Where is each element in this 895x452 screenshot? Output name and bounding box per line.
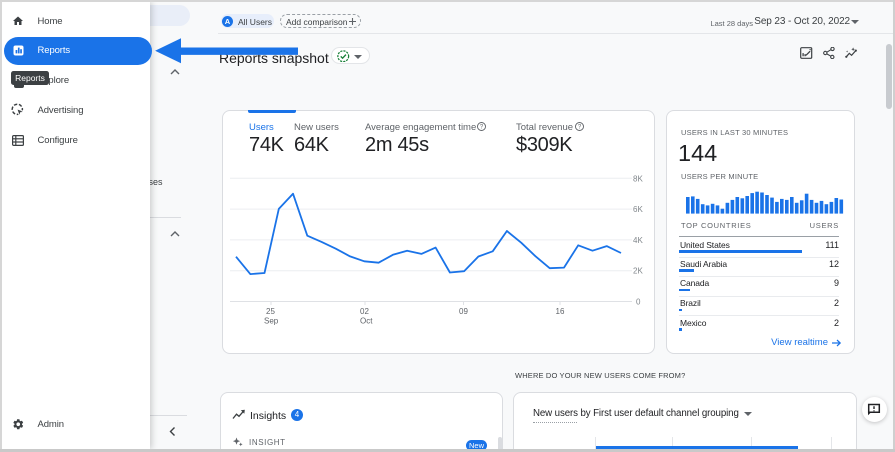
svg-text:02: 02 [360,307,369,316]
svg-text:2K: 2K [633,267,643,276]
svg-text:0: 0 [636,298,641,307]
svg-text:Oct: Oct [360,317,373,326]
svg-text:25: 25 [266,307,275,316]
svg-text:16: 16 [556,307,565,316]
svg-text:4K: 4K [633,236,643,245]
svg-text:6K: 6K [633,205,643,214]
svg-text:Sep: Sep [264,317,279,326]
svg-text:8K: 8K [633,174,643,183]
svg-text:09: 09 [459,307,468,316]
